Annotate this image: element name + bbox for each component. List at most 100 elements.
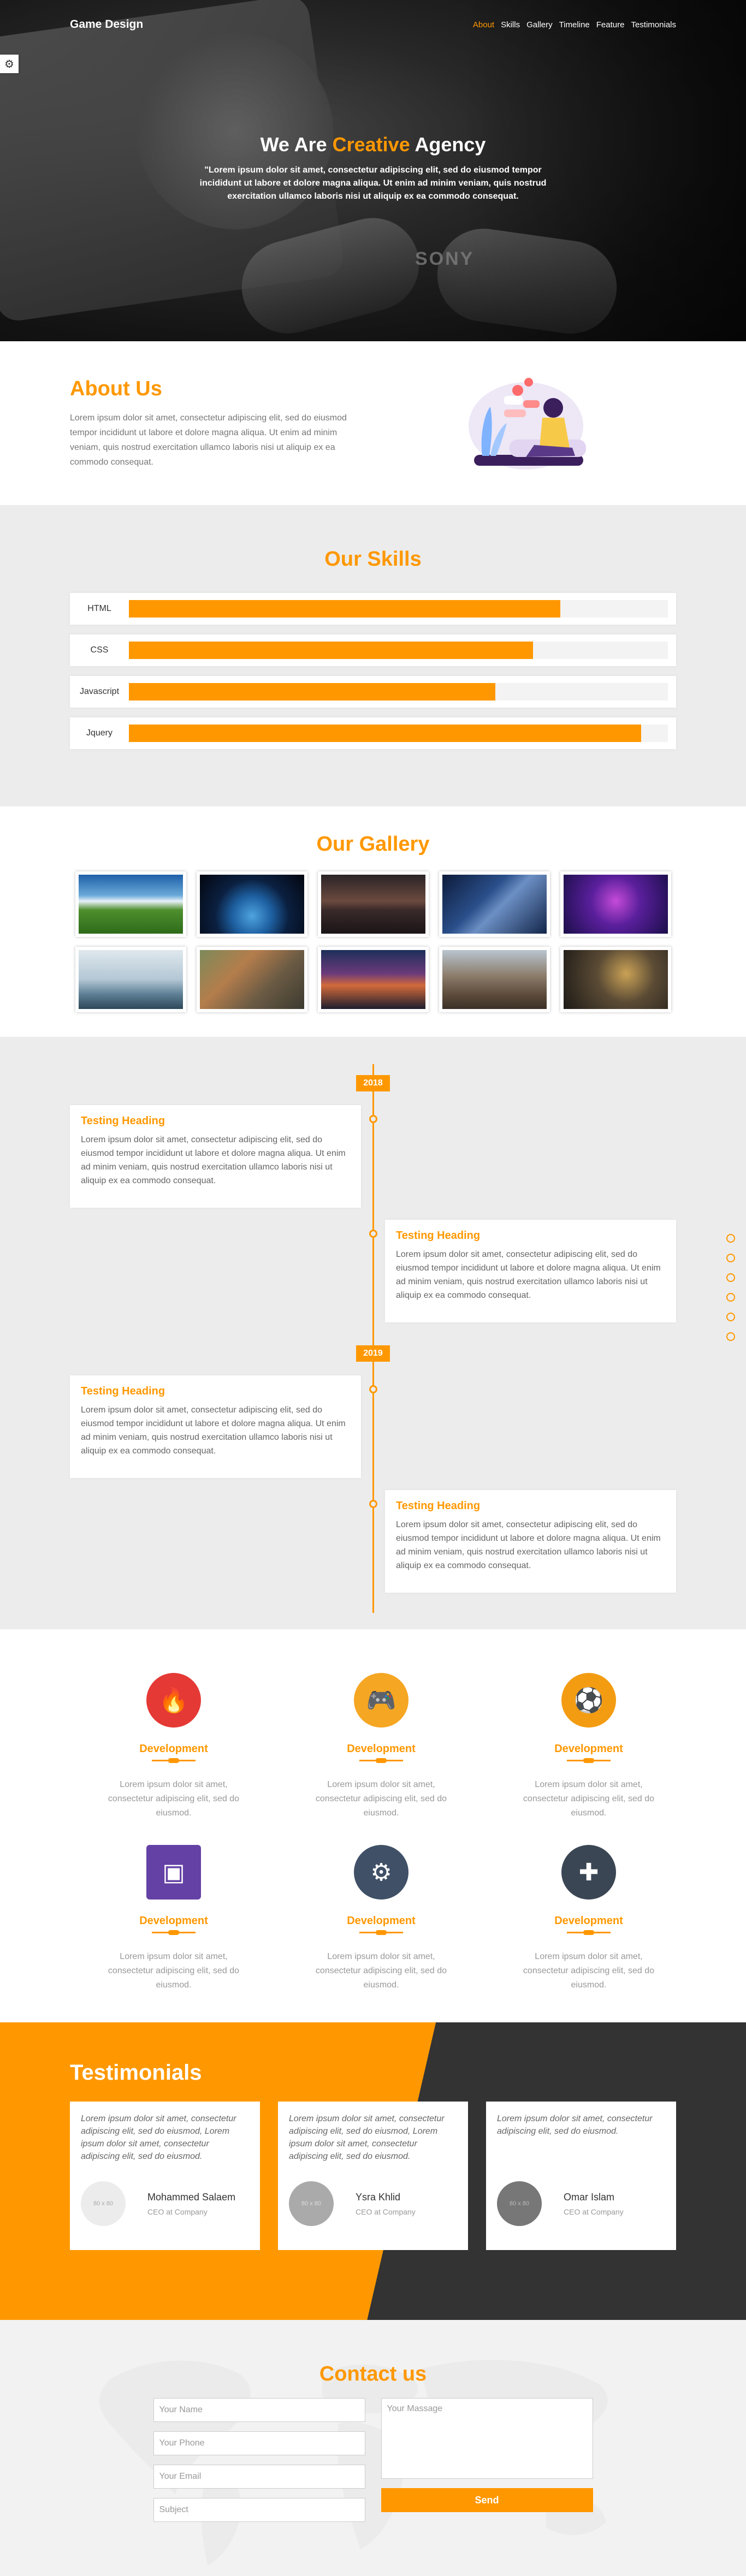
gallery-image-assassin-eagle[interactable] xyxy=(75,947,186,1012)
testimonials-title: Testimonials xyxy=(70,2061,202,2085)
testimonial-quote: Lorem ipsum dolor sit amet, consectetur … xyxy=(497,2114,653,2136)
nav-links: About Skills Gallery Timeline Feature Te… xyxy=(473,20,676,29)
timeline-card-title: Testing Heading xyxy=(81,1385,165,1397)
nav-link-timeline[interactable]: Timeline xyxy=(559,20,590,29)
nav-link-skills[interactable]: Skills xyxy=(501,20,520,29)
feature-text: Lorem ipsum dolor sit amet, consectetur … xyxy=(315,1952,447,1990)
hero-title: We Are Creative Agency xyxy=(0,133,746,156)
testimonial-card: Lorem ipsum dolor sit amet, consectetur … xyxy=(70,2102,260,2250)
section-bullet-about[interactable] xyxy=(726,1234,735,1243)
feature-title: Development xyxy=(347,1915,416,1927)
gallery-image-pubg-players[interactable] xyxy=(439,947,550,1012)
avatar: 80 x 80 xyxy=(81,2181,126,2226)
skill-progress-track xyxy=(129,725,668,742)
timeline-card-text: Lorem ipsum dolor sit amet, consectetur … xyxy=(396,1250,661,1300)
skill-progress-fill xyxy=(129,642,534,659)
skills-section: Our Skills HTML CSS Javascript Jquery xyxy=(0,505,746,806)
timeline-card-text: Lorem ipsum dolor sit amet, consectetur … xyxy=(81,1135,346,1185)
nav-link-about[interactable]: About xyxy=(473,20,494,29)
section-nav-bullets xyxy=(726,1234,735,1341)
testimonial-person: 80 x 80 Ysra Khlid CEO at Company xyxy=(289,2181,457,2226)
features-section: 🔥 Development Lorem ipsum dolor sit amet… xyxy=(0,1629,746,2022)
nav-link-testimonials[interactable]: Testimonials xyxy=(631,20,676,29)
email-field[interactable]: Your Email xyxy=(153,2465,365,2489)
testimonial-name: Omar Islam xyxy=(564,2191,615,2203)
feature-text: Lorem ipsum dolor sit amet, consectetur … xyxy=(108,1952,240,1990)
timeline-dot xyxy=(369,1385,377,1393)
section-bullet-features[interactable] xyxy=(726,1313,735,1321)
gallery-image-hooded-gamer[interactable] xyxy=(560,947,671,1012)
feature-text: Lorem ipsum dolor sit amet, consectetur … xyxy=(108,1780,240,1818)
skill-name: Javascript xyxy=(79,687,120,696)
timeline-line xyxy=(372,1064,374,1613)
timeline-year-badge: 2019 xyxy=(356,1345,390,1362)
timeline-card: Testing Heading Lorem ipsum dolor sit am… xyxy=(70,1375,361,1478)
gallery-image-battle-scene[interactable] xyxy=(439,871,550,937)
skill-name: Jquery xyxy=(86,728,113,738)
gallery-image-neon-warrior[interactable] xyxy=(560,871,671,937)
gallery-image-planet-earth[interactable] xyxy=(196,871,307,937)
twitch-icon: ▣ xyxy=(146,1845,201,1900)
contact-form: Your Name Your Phone Your Email Subject … xyxy=(153,2398,593,2531)
section-bullet-skills[interactable] xyxy=(726,1254,735,1262)
feature-item: ✚ Development Lorem ipsum dolor sit amet… xyxy=(485,1845,692,1992)
message-textarea[interactable]: Your Massage xyxy=(381,2398,593,2479)
hero-text: "Lorem ipsum dolor sit amet, consectetur… xyxy=(199,165,547,201)
gallery-grid xyxy=(0,871,746,1012)
timeline-card: Testing Heading Lorem ipsum dolor sit am… xyxy=(70,1105,361,1208)
avatar: 80 x 80 xyxy=(497,2181,542,2226)
timeline-section: 2018 Testing Heading Lorem ipsum dolor s… xyxy=(0,1037,746,1629)
timeline-card-title: Testing Heading xyxy=(396,1500,481,1512)
gallery-image-city-night[interactable] xyxy=(317,871,429,937)
skill-progress-track xyxy=(129,600,668,618)
testimonials-grid: Lorem ipsum dolor sit amet, consectetur … xyxy=(70,2102,676,2250)
about-section: About Us Lorem ipsum dolor sit amet, con… xyxy=(0,341,746,505)
gallery-image-game-characters[interactable] xyxy=(196,947,307,1012)
hero-content: We Are Creative Agency "Lorem ipsum dolo… xyxy=(0,133,746,203)
feature-underline xyxy=(152,1758,196,1763)
subject-field[interactable]: Subject xyxy=(153,2498,365,2522)
feature-item: 🔥 Development Lorem ipsum dolor sit amet… xyxy=(70,1673,277,1820)
nav-link-feature[interactable]: Feature xyxy=(596,20,625,29)
about-text: Lorem ipsum dolor sit amet, consectetur … xyxy=(70,413,347,467)
phone-field[interactable]: Your Phone xyxy=(153,2431,365,2455)
soccer-icon: ⚽ xyxy=(561,1673,616,1728)
flame-icon: 🔥 xyxy=(146,1673,201,1728)
testimonial-name: Ysra Khlid xyxy=(356,2191,401,2203)
section-bullet-testimonials[interactable] xyxy=(726,1332,735,1341)
gallery-section: Our Gallery xyxy=(0,806,746,1037)
timeline-dot xyxy=(369,1230,377,1238)
skill-row: CSS xyxy=(70,634,676,666)
feature-underline xyxy=(567,1758,611,1763)
name-field[interactable]: Your Name xyxy=(153,2398,365,2422)
testimonial-person: 80 x 80 Mohammed Salaem CEO at Company xyxy=(81,2181,249,2226)
hero-title-post: Agency xyxy=(415,133,486,156)
skill-progress-track xyxy=(129,642,668,659)
timeline-card: Testing Heading Lorem ipsum dolor sit am… xyxy=(385,1220,676,1322)
skill-progress-fill xyxy=(129,725,641,742)
timeline-year-badge: 2018 xyxy=(356,1075,390,1091)
feature-underline xyxy=(359,1930,403,1935)
feature-title: Development xyxy=(347,1743,416,1755)
feature-text: Lorem ipsum dolor sit amet, consectetur … xyxy=(315,1780,447,1818)
feature-title: Development xyxy=(139,1743,208,1755)
skills-title: Our Skills xyxy=(324,548,422,571)
testimonial-role: CEO at Company xyxy=(147,2207,208,2216)
nav-link-gallery[interactable]: Gallery xyxy=(526,20,553,29)
section-bullet-gallery[interactable] xyxy=(726,1273,735,1282)
send-button[interactable]: Send xyxy=(381,2488,593,2512)
brand-logo[interactable]: Game Design xyxy=(70,18,143,31)
gallery-image-mountain-landscape[interactable] xyxy=(75,871,186,937)
skill-progress-fill xyxy=(129,600,560,618)
gallery-image-sci-fi-soldier[interactable] xyxy=(317,947,429,1012)
feature-title: Development xyxy=(554,1915,623,1927)
section-bullet-timeline[interactable] xyxy=(726,1293,735,1302)
controller-icon: ✚ xyxy=(561,1845,616,1900)
timeline-card-text: Lorem ipsum dolor sit amet, consectetur … xyxy=(396,1520,661,1570)
timeline-card-text: Lorem ipsum dolor sit amet, consectetur … xyxy=(81,1405,346,1456)
skill-progress-fill xyxy=(129,683,496,701)
settings-gear-button[interactable]: ⚙ xyxy=(0,55,19,73)
woman-phone-illustration xyxy=(469,378,586,470)
features-grid: 🔥 Development Lorem ipsum dolor sit amet… xyxy=(70,1673,676,1992)
feature-underline xyxy=(359,1758,403,1763)
